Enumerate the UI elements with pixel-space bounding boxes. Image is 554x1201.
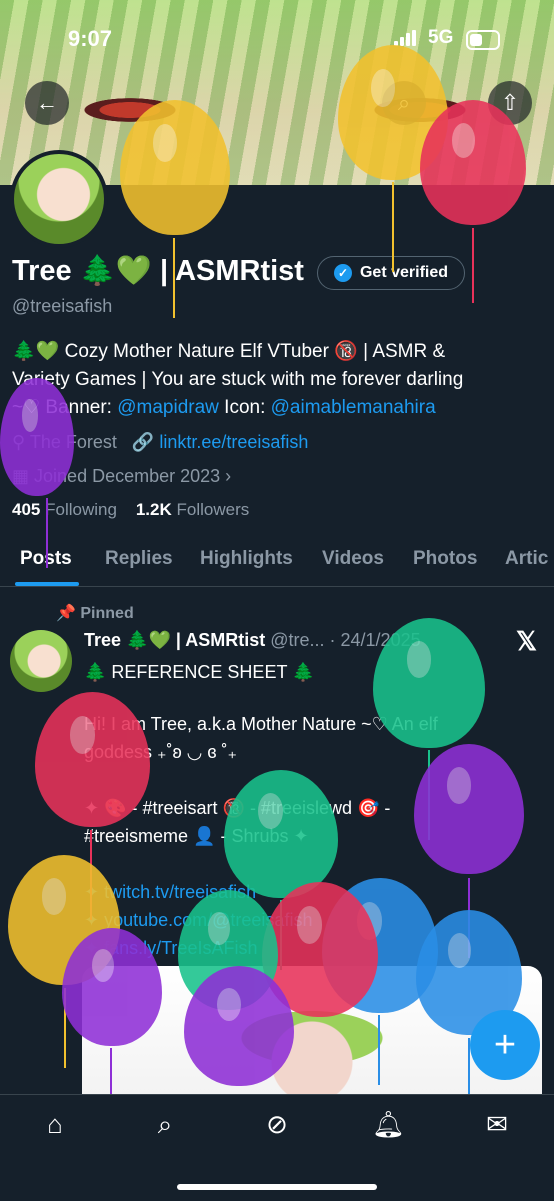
balloon-string <box>46 498 48 568</box>
post-header[interactable]: Tree 🌲💚 | ASMRtist @tre... · 24/1/2025 <box>84 630 421 651</box>
balloon <box>120 100 230 235</box>
home-icon[interactable]: ⌂ <box>40 1109 70 1139</box>
get-verified-button[interactable]: ✓ Get verified <box>317 256 465 290</box>
get-verified-label: Get verified <box>359 264 449 281</box>
chevron-right-icon: › <box>225 466 232 486</box>
icon-credit-link[interactable]: @aimablemanahira <box>271 397 436 418</box>
pinned-text: Pinned <box>80 605 134 622</box>
balloon <box>35 692 150 827</box>
balloon <box>62 928 162 1046</box>
followers-link[interactable]: 1.2K Followers <box>136 500 249 519</box>
balloon <box>420 100 526 225</box>
followers-count: 1.2K <box>135 500 172 519</box>
status-bar: 9:07 5G <box>0 0 554 70</box>
balloon-string <box>392 182 394 272</box>
profile-tabs: Posts Replies Highlights Videos Photos A… <box>0 540 554 587</box>
status-time: 9:07 <box>68 26 113 51</box>
tab-articles[interactable]: Artic <box>505 548 548 570</box>
profile-meta: ⚲ The Forest 🔗 linktr.ee/treeisafish <box>12 428 542 456</box>
plus-icon: + <box>493 1023 517 1066</box>
balloon-string <box>378 1015 380 1085</box>
balloon <box>0 378 74 496</box>
search-nav-icon[interactable]: ⌕ <box>150 1109 180 1139</box>
profile-bio: 🌲💚 Cozy Mother Nature Elf VTuber 🔞 | ASM… <box>12 338 542 490</box>
balloon <box>224 770 338 898</box>
network-type: 5G <box>428 27 454 48</box>
tab-photos[interactable]: Photos <box>413 548 477 570</box>
pinned-label: 📌 Pinned <box>56 603 134 623</box>
back-button[interactable]: ← <box>25 81 69 125</box>
verified-badge-icon: ✓ <box>333 264 352 282</box>
grok-icon[interactable]: ⊘ <box>262 1109 292 1139</box>
bio-line: 🌲💚 Cozy Mother Nature Elf VTuber 🔞 | ASM… <box>12 341 446 362</box>
profile-handle: @treeisafish <box>12 296 113 316</box>
link-icon: 🔗 <box>131 432 155 452</box>
balloon <box>373 618 485 748</box>
battery-icon <box>466 30 500 50</box>
following-link[interactable]: 405 Following <box>12 500 117 519</box>
signal-icon <box>394 30 416 46</box>
followers-label: Followers <box>176 500 250 519</box>
balloon-string <box>110 1048 112 1098</box>
following-label: Following <box>45 500 117 519</box>
bio-line: Variety Games | You are stuck with me fo… <box>12 369 464 390</box>
bell-icon[interactable]: 🔔︎ <box>372 1109 405 1139</box>
post-avatar[interactable] <box>10 630 72 692</box>
bio-icon-label: Icon: <box>218 397 271 418</box>
tab-replies[interactable]: Replies <box>105 548 173 570</box>
profile-website-link[interactable]: linktr.ee/treeisafish <box>159 432 308 452</box>
active-tab-indicator <box>15 582 79 586</box>
joined-row[interactable]: ▦ Joined December 2023 › <box>12 462 542 490</box>
x-logo-icon: 𝕏 <box>516 626 537 656</box>
balloon <box>414 744 524 874</box>
profile-avatar[interactable] <box>10 150 108 248</box>
banner-credit-link[interactable]: @mapidraw <box>117 397 219 418</box>
tab-highlights[interactable]: Highlights <box>200 548 293 570</box>
balloon-string <box>173 238 175 318</box>
bio-line: ~♡ Banner: @mapidraw Icon: @aimablemanah… <box>12 394 542 422</box>
tab-videos[interactable]: Videos <box>322 548 384 570</box>
balloon-string <box>472 228 474 303</box>
pin-icon: 📌 <box>56 605 76 622</box>
profile-name: Tree 🌲💚 | ASMRtist <box>12 255 304 287</box>
following-count: 405 <box>12 500 41 519</box>
balloon <box>184 966 294 1086</box>
home-indicator <box>177 1184 377 1190</box>
post-author: Tree 🌲💚 | ASMRtist <box>84 630 266 650</box>
mail-icon[interactable]: ✉ <box>482 1109 512 1139</box>
compose-button[interactable]: + <box>470 1010 540 1080</box>
back-arrow-icon: ← <box>36 90 58 115</box>
